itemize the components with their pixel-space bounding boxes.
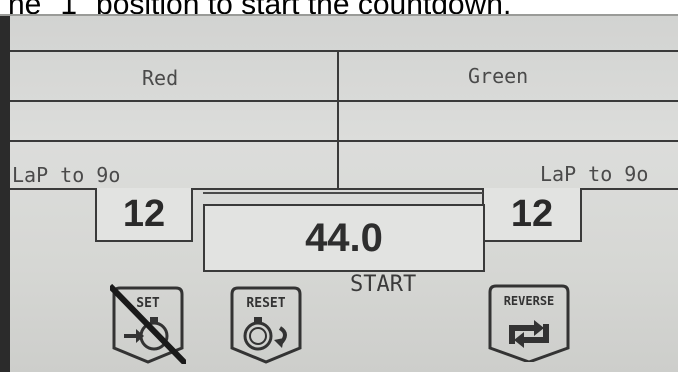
lane-right-lap-count: 12 (482, 188, 582, 242)
grid-line (10, 100, 678, 102)
grid-line (10, 140, 678, 142)
set-button-label: SET (136, 296, 160, 311)
grid-line (10, 50, 678, 52)
status-label: START (350, 272, 417, 297)
set-button[interactable]: SET (110, 284, 186, 364)
reverse-button[interactable]: REVERSE (486, 282, 572, 362)
screen-bezel (0, 16, 10, 372)
lane-left-lap-label: LaP to 9o (12, 163, 121, 187)
reset-button[interactable]: RESET (228, 284, 304, 364)
grid-divider (337, 50, 339, 190)
lane-right-lap-label: LaP to 9o (540, 162, 649, 186)
lane-left-lap-count: 12 (95, 188, 193, 242)
reset-button-label: RESET (246, 296, 286, 311)
lane-left-color: Red (142, 66, 179, 90)
lcd-screen: Red Green LaP to 9o LaP to 9o 12 12 44.0… (0, 14, 678, 372)
timer-top-line (203, 192, 483, 194)
reverse-button-label: REVERSE (503, 294, 555, 308)
lane-right-color: Green (468, 64, 529, 88)
countdown-timer: 44.0 (203, 204, 485, 272)
